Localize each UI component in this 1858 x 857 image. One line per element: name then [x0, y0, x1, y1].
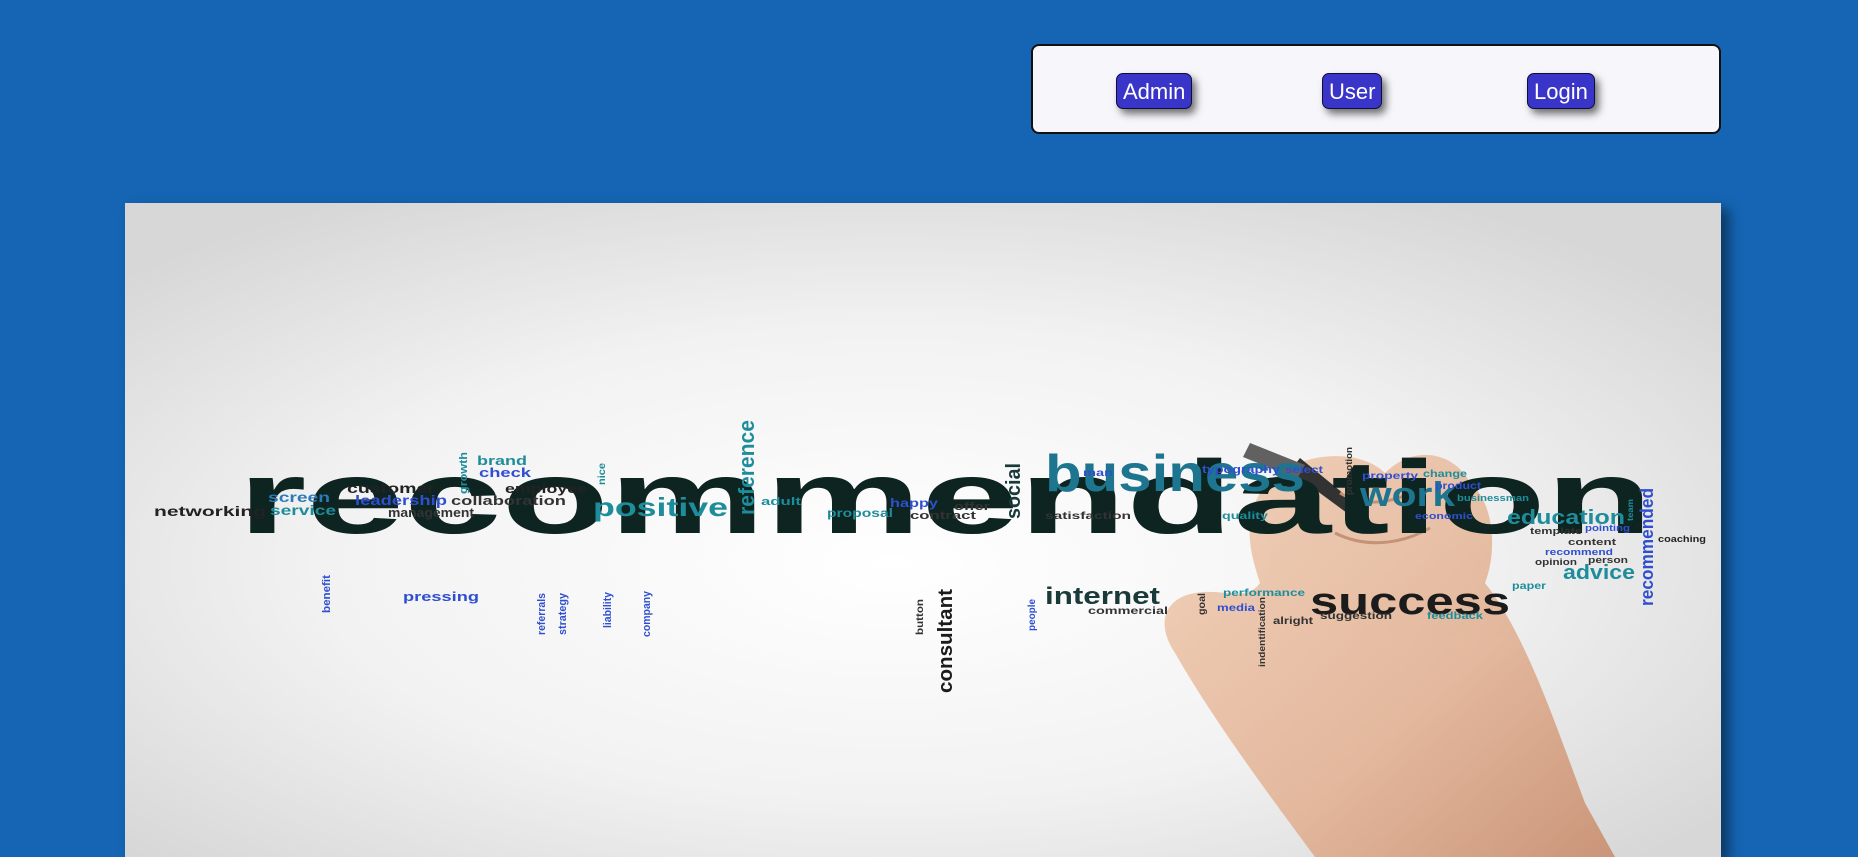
word-growth: growth: [458, 452, 470, 494]
word-typography: typography: [1202, 464, 1281, 476]
word-commercial: commercial: [1088, 606, 1168, 617]
word-reference: reference: [734, 420, 759, 515]
word-networking: networking: [154, 503, 266, 519]
word-company: company: [641, 590, 653, 637]
word-referrals: referrals: [536, 593, 548, 635]
hero-image-recommendation-word-cloud: recommendation business success work pos…: [125, 203, 1721, 857]
word-businessman: businessman: [1457, 493, 1529, 503]
word-opinion: opinion: [1535, 557, 1577, 567]
word-collaboration: collaboration: [451, 493, 566, 508]
login-button[interactable]: Login: [1527, 73, 1595, 109]
word-button: button: [915, 599, 926, 635]
word-positive: positive: [593, 492, 728, 522]
word-happy: happy: [890, 496, 938, 510]
word-suggestion: suggestion: [1320, 611, 1392, 622]
word-recommended: recommended: [1637, 488, 1657, 606]
word-media: media: [1217, 603, 1256, 614]
word-alright: alright: [1273, 616, 1314, 627]
word-economic: economic: [1415, 511, 1473, 521]
word-property: property: [1362, 471, 1419, 482]
word-proposal: proposal: [827, 506, 893, 520]
word-promotion: promotion: [1344, 447, 1354, 495]
word-product: product: [1435, 481, 1482, 492]
top-nav-panel: Admin User Login: [1031, 44, 1721, 134]
word-indentification: indentification: [1257, 597, 1267, 667]
user-button[interactable]: User: [1322, 73, 1383, 109]
word-social: social: [1003, 463, 1025, 519]
word-goal: goal: [1197, 593, 1208, 615]
word-check: check: [479, 465, 532, 480]
word-people: people: [1027, 599, 1038, 631]
word-select: select: [1285, 465, 1324, 476]
word-service: service: [270, 502, 336, 518]
word-benefit: benefit: [321, 575, 333, 613]
word-contract: contract: [910, 510, 977, 522]
word-content: content: [1568, 537, 1616, 547]
word-person: person: [1588, 555, 1628, 565]
word-paper: paper: [1512, 581, 1546, 592]
word-change: change: [1423, 469, 1468, 480]
word-team: team: [1626, 499, 1635, 521]
word-coaching: coaching: [1658, 534, 1706, 544]
word-satisfaction: satisfaction: [1045, 511, 1131, 522]
admin-button[interactable]: Admin: [1116, 73, 1193, 109]
word-template: template: [1530, 526, 1582, 536]
word-pointing: pointing: [1585, 523, 1630, 533]
word-nice: nice: [597, 463, 608, 485]
word-feedback: feedback: [1427, 611, 1484, 622]
word-man: man: [1083, 468, 1113, 479]
word-consultant: consultant: [935, 589, 957, 693]
word-liability: liability: [602, 591, 614, 628]
word-pressing: pressing: [403, 589, 479, 604]
word-adult: adult: [761, 496, 802, 508]
word-quality: quality: [1222, 511, 1269, 522]
word-strategy: strategy: [557, 592, 569, 635]
